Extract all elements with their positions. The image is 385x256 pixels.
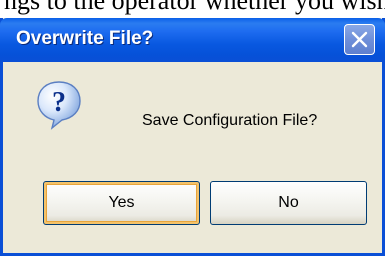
close-button[interactable]: [344, 24, 375, 55]
question-icon: ?: [37, 81, 81, 130]
close-icon: [351, 31, 368, 48]
yes-button-label: Yes: [108, 194, 135, 211]
svg-text:?: ?: [52, 87, 66, 118]
background-text: ngs to the operator whether you wish: [4, 0, 385, 15]
yes-button[interactable]: Yes: [43, 181, 200, 225]
dialog-window: Overwrite File? ? Save Configuration Fil…: [0, 18, 385, 256]
dialog-titlebar[interactable]: Overwrite File?: [0, 18, 385, 62]
background-text-fragment: ngs to the operator whether you wish: [4, 0, 385, 16]
dialog-message: Save Configuration File?: [142, 112, 318, 129]
no-button-label: No: [278, 194, 299, 211]
no-button[interactable]: No: [210, 181, 367, 225]
dialog-title: Overwrite File?: [16, 28, 154, 49]
screen: ngs to the operator whether you wish Ove…: [0, 0, 385, 256]
